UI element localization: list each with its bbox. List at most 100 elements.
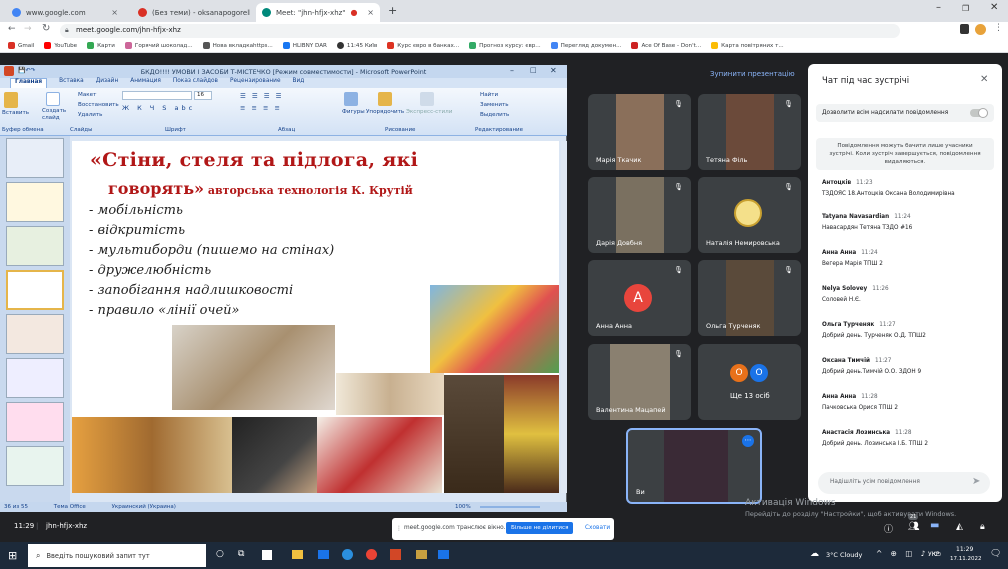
taskbar-search[interactable]: ⌕ Введіть пошуковий запит тут (28, 544, 206, 567)
host-controls-icon[interactable]: 🔒︎ (980, 522, 985, 532)
bookmark-maps[interactable]: Карти (87, 42, 115, 49)
input-language[interactable]: УКР (928, 551, 940, 558)
paste-button[interactable]: Вставить (2, 110, 29, 116)
ppt-tab-slideshow[interactable]: Показ слайдов (173, 78, 218, 88)
tab-meet[interactable]: Meet: "jhn-hfjx-xhz" ● × (256, 3, 380, 22)
office-button-icon[interactable] (4, 66, 14, 76)
font-format-buttons[interactable]: Ж К Ч S abc (122, 104, 195, 112)
align-buttons[interactable]: ≡ ≡ ≡ ≡ (240, 104, 282, 112)
chat-icon[interactable]: ▬ (930, 520, 939, 531)
info-icon[interactable]: ⓘ (884, 522, 893, 535)
ppt-tab-review[interactable]: Рецензирование (230, 78, 281, 88)
ppt-minimize-icon[interactable]: – (510, 66, 514, 75)
ppt-tab-animation[interactable]: Анимация (130, 78, 161, 88)
paste-icon[interactable] (4, 92, 18, 108)
bookmark-docs[interactable]: Перегляд докумен... (550, 42, 621, 49)
participant-tile[interactable]: 🎙︎ Наталія Немировська (698, 177, 801, 253)
new-slide-icon[interactable] (46, 92, 60, 106)
bookmark-newtab[interactable]: Нова вкладкаhttps... (202, 42, 273, 49)
ppt-tab-insert[interactable]: Вставка (59, 78, 84, 88)
participant-tile[interactable]: A 🎙︎ Анна Анна (588, 260, 691, 336)
stop-sharing-button[interactable]: Більше не ділитися (506, 522, 574, 534)
paragraph-buttons[interactable]: ☰ ☰ ☰ ☰ (240, 92, 284, 100)
tab-gmail[interactable]: (Без теми) - oksanapogorelko@... × (132, 3, 250, 22)
delete-button[interactable]: Удалить (78, 112, 102, 118)
calculator-icon[interactable] (262, 550, 272, 560)
self-view-tile[interactable]: ⋯ Ви (626, 428, 762, 504)
back-icon[interactable]: ← (8, 24, 16, 34)
ppt-scrollbar[interactable] (561, 141, 567, 493)
close-window-icon[interactable]: ✕ (990, 2, 998, 13)
task-view-icon[interactable]: ⧉ (238, 549, 244, 559)
slide-thumbnail[interactable] (6, 402, 64, 442)
powerpoint-icon[interactable] (390, 549, 401, 560)
bookmark-time[interactable]: 11:45 Київ (336, 42, 377, 49)
weather-text[interactable]: 3°C Cloudy (826, 551, 862, 559)
bookmark-gmail[interactable]: Gmail (8, 42, 34, 49)
participant-tile[interactable]: 🎙︎ Тетяна Філь (698, 94, 801, 170)
windows-start-icon[interactable]: ⊞ (8, 549, 17, 562)
edge-icon[interactable] (342, 549, 353, 560)
restore-button[interactable]: Восстановить (78, 102, 119, 108)
ppt-tab-design[interactable]: Дизайн (96, 78, 119, 88)
close-icon[interactable]: × (367, 8, 374, 17)
profile-avatar[interactable] (975, 24, 986, 35)
extension-icon[interactable] (960, 24, 969, 34)
bookmark-youtube[interactable]: YouTube (44, 42, 77, 49)
find-button[interactable]: Найти (480, 92, 498, 98)
slide-thumbnail[interactable] (6, 270, 64, 310)
slide-thumbnail[interactable] (6, 138, 64, 178)
allow-messages-toggle[interactable] (970, 108, 988, 118)
word-icon[interactable] (438, 550, 449, 559)
reload-icon[interactable]: ↻ (42, 23, 50, 34)
participant-tile[interactable]: 🎙︎ Ольга Турченяк (698, 260, 801, 336)
participant-tile[interactable]: 🎙︎ Дарія Довбня (588, 177, 691, 253)
tab-google[interactable]: www.google.com × (6, 3, 124, 22)
ppt-tab-view[interactable]: Вид (293, 78, 305, 88)
new-tab-button[interactable]: + (388, 4, 397, 17)
arrange-icon[interactable] (378, 92, 392, 106)
drag-handle-icon[interactable]: ⋮ (396, 525, 402, 532)
bookmark-music[interactable]: Ace Of Base - Don't... (631, 42, 701, 49)
minimize-icon[interactable]: – (936, 2, 941, 13)
ppt-maximize-icon[interactable]: □ (530, 66, 537, 74)
font-name-field[interactable] (122, 91, 192, 100)
more-participants-tile[interactable]: О О Ще 13 осіб (698, 344, 801, 420)
new-slide-button[interactable]: Создать слайд (42, 108, 70, 122)
font-size-field[interactable]: 16 (194, 91, 212, 100)
more-options-icon[interactable]: ⋯ (742, 435, 754, 447)
quick-styles-button[interactable]: Экспресс-стили (406, 109, 452, 115)
close-icon[interactable]: × (111, 8, 118, 17)
shapes-button[interactable]: Фигуры (342, 109, 365, 115)
slide-thumbnail[interactable] (6, 182, 64, 222)
bookmark-forecast[interactable]: Прогноз курсу: євр... (469, 42, 541, 49)
chrome-icon[interactable] (366, 549, 377, 560)
activities-icon[interactable]: ◭ (956, 522, 963, 532)
replace-button[interactable]: Заменить (480, 102, 509, 108)
arrange-button[interactable]: Упорядочить (366, 109, 404, 115)
clock-date[interactable]: 17.11.2022 (950, 556, 982, 562)
participant-tile[interactable]: 🎙︎ Валентина Мацапей (588, 344, 691, 420)
select-button[interactable]: Выделить (480, 112, 509, 118)
bookmark-chocolate[interactable]: Горячий шоколад... (124, 42, 193, 49)
notifications-icon[interactable]: 🗨︎ (990, 549, 1001, 559)
layout-button[interactable]: Макет (78, 92, 96, 98)
zoom-slider[interactable] (480, 506, 540, 508)
slide-thumbnails-pane[interactable] (0, 136, 70, 502)
chat-input[interactable]: Надішліть усім повідомлення ➤ (818, 472, 990, 494)
hide-button[interactable]: Сховати (585, 525, 610, 531)
zoom-level[interactable]: 100% (455, 504, 471, 510)
clock-time[interactable]: 11:29 (956, 546, 973, 553)
slide-thumbnail[interactable] (6, 446, 64, 486)
quick-styles-icon[interactable] (420, 92, 434, 106)
ppt-tab-home[interactable]: Главная (10, 78, 48, 88)
menu-icon[interactable]: ⋮ (994, 23, 1003, 33)
stop-presenting-button[interactable]: Зупинити презентацію (710, 70, 795, 78)
slide-thumbnail[interactable] (6, 226, 64, 266)
close-chat-icon[interactable]: ✕ (980, 74, 988, 85)
mail-icon[interactable] (318, 550, 329, 559)
url-field[interactable]: 🔒︎ meet.google.com/jhn-hfjx-xhz (60, 24, 900, 38)
slide-thumbnail[interactable] (6, 314, 64, 354)
quick-access-icon[interactable]: 💾↶↷ (18, 67, 36, 74)
send-icon[interactable]: ➤ (972, 476, 980, 487)
